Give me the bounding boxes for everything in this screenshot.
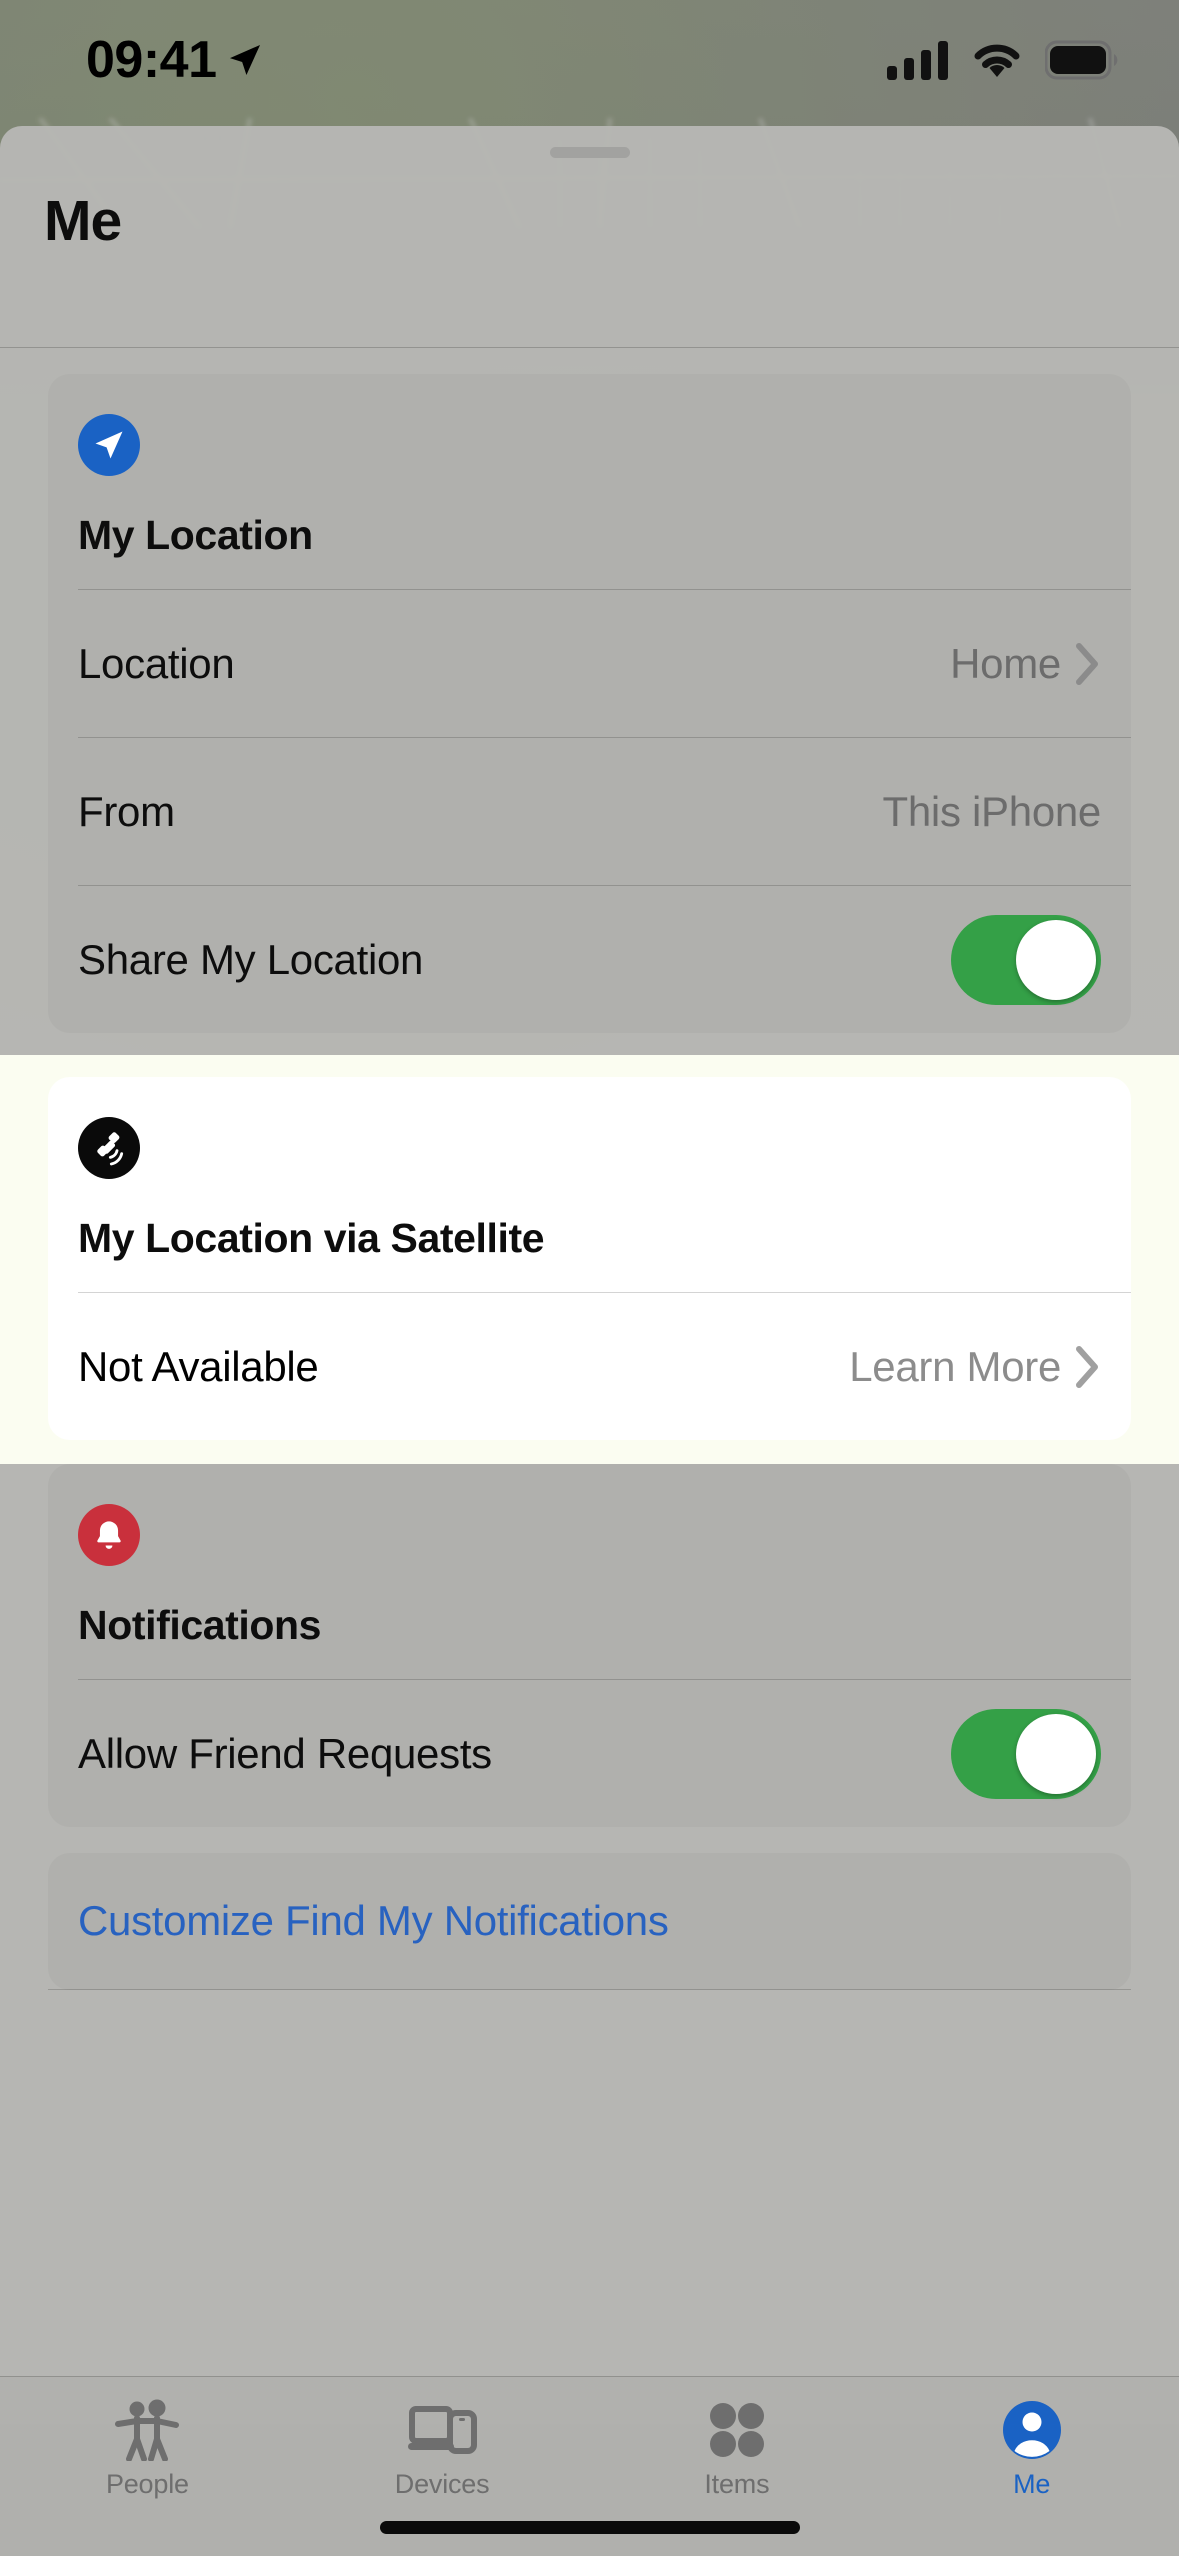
status-time: 09:41: [86, 31, 217, 89]
location-arrow-icon: [229, 44, 260, 76]
share-my-location-label: Share My Location: [78, 935, 424, 983]
toggle-knob: [1016, 919, 1096, 1000]
status-bar: 09:41: [0, 0, 1179, 120]
satellite-card: My Location via Satellite Not Available …: [48, 1077, 1131, 1440]
share-my-location-toggle[interactable]: [951, 914, 1101, 1005]
sheet-scroll-area[interactable]: My Location Location Home From This iPho…: [0, 348, 1179, 2424]
satellite-learn-more-group[interactable]: Learn More: [849, 1343, 1101, 1391]
row-from-value-group: This iPhone: [883, 788, 1102, 836]
row-location-value-group: Home: [950, 640, 1101, 688]
row-allow-friend-requests[interactable]: Allow Friend Requests: [78, 1679, 1131, 1827]
tab-me-label: Me: [1013, 2469, 1051, 2499]
cellular-signal-icon: [887, 41, 948, 80]
satellite-title: My Location via Satellite: [78, 1215, 545, 1261]
row-from-value: This iPhone: [882, 787, 1102, 835]
devices-icon: [406, 2399, 478, 2461]
satellite-highlight-band: My Location via Satellite Not Available …: [0, 1055, 1179, 1464]
satellite-icon: [78, 1117, 140, 1179]
row-from-label: From: [78, 787, 175, 835]
chevron-right-icon: [1076, 1345, 1098, 1388]
tab-devices-label: Devices: [394, 2469, 490, 2499]
tab-people-label: People: [105, 2469, 189, 2499]
row-location[interactable]: Location Home: [78, 589, 1131, 737]
items-icon: [704, 2399, 770, 2461]
wifi-icon: [974, 44, 1020, 77]
allow-friend-requests-toggle[interactable]: [951, 1708, 1101, 1799]
satellite-status-label: Not Available: [78, 1342, 319, 1390]
person-circle-icon: [1001, 2399, 1063, 2461]
home-indicator: [379, 2521, 800, 2534]
row-location-label: Location: [78, 639, 235, 687]
row-share-my-location[interactable]: Share My Location: [78, 885, 1131, 1033]
notifications-card-header: Notifications: [48, 1464, 1131, 1679]
tab-items-label: Items: [704, 2469, 770, 2499]
status-indicators: [887, 39, 1119, 81]
me-sheet: Me My Location Location Home From This i…: [0, 126, 1179, 2424]
people-icon: [111, 2399, 183, 2461]
satellite-card-header: My Location via Satellite: [48, 1077, 1131, 1292]
customize-find-my-notifications-link[interactable]: Customize Find My Notifications: [48, 1853, 1131, 1990]
bell-icon: [78, 1504, 140, 1566]
battery-full-icon: [1045, 40, 1118, 80]
my-location-card: My Location Location Home From This iPho…: [48, 374, 1131, 1033]
allow-friend-requests-label: Allow Friend Requests: [78, 1729, 492, 1777]
notifications-card: Notifications Allow Friend Requests: [48, 1464, 1131, 1827]
page-title: Me: [44, 189, 122, 253]
row-location-value: Home: [950, 639, 1061, 687]
my-location-title: My Location: [78, 512, 313, 558]
chevron-right-icon: [1076, 642, 1098, 685]
satellite-learn-more-label: Learn More: [849, 1342, 1061, 1390]
toggle-knob: [1016, 1713, 1096, 1794]
location-arrow-icon: [78, 414, 140, 476]
tab-people[interactable]: People: [0, 2377, 295, 2556]
customize-notifications-card: Customize Find My Notifications: [48, 1853, 1131, 1990]
my-location-card-header: My Location: [48, 374, 1131, 589]
sheet-grab-handle[interactable]: [549, 147, 630, 158]
notifications-title: Notifications: [78, 1602, 322, 1648]
row-from: From This iPhone: [78, 737, 1131, 885]
status-time-group: 09:41: [86, 30, 264, 90]
tab-me[interactable]: Me: [884, 2377, 1179, 2556]
row-satellite-status[interactable]: Not Available Learn More: [78, 1292, 1131, 1440]
